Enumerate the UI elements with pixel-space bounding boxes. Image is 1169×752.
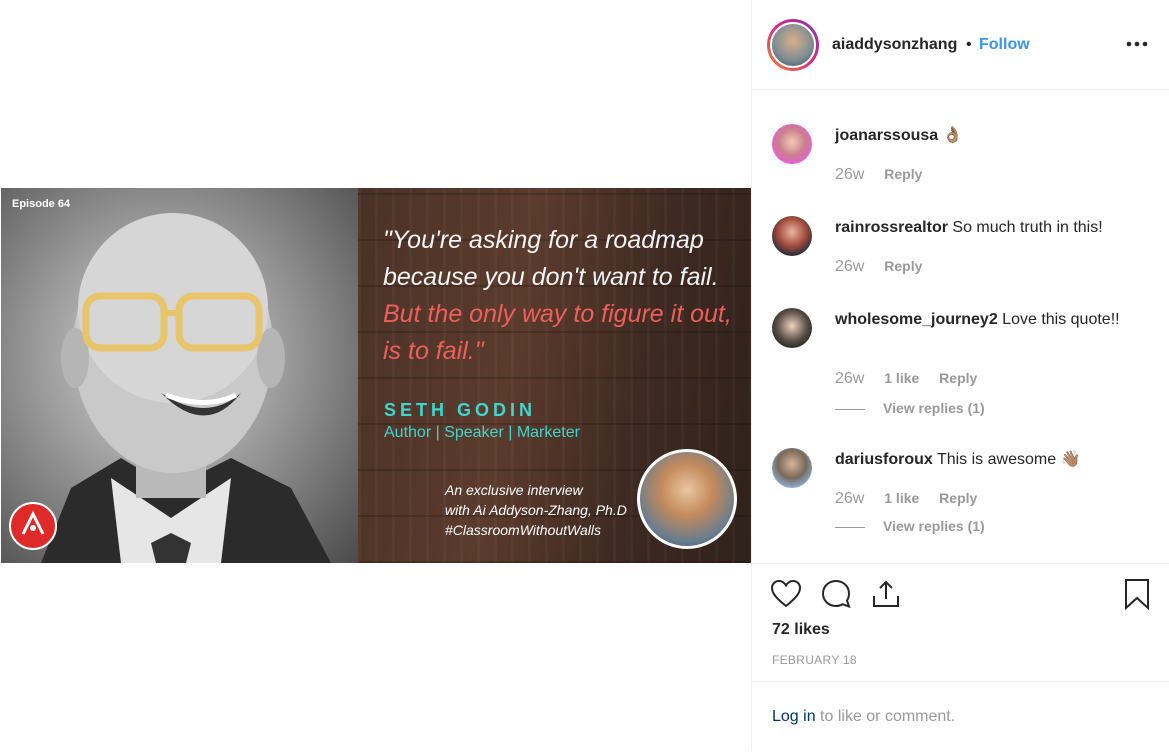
comment-meta: 26w 1 like Reply bbox=[835, 370, 993, 388]
heart-icon[interactable] bbox=[770, 578, 802, 610]
login-link[interactable]: Log in bbox=[772, 708, 816, 725]
quote-text: "You're asking for a roadmap because you… bbox=[383, 226, 719, 291]
comment-text: dariusforoux This is awesome 👋🏽 bbox=[835, 449, 1135, 471]
quote-highlight: But the only way to figure it out, is to… bbox=[383, 300, 732, 365]
comment-likes[interactable]: 1 like bbox=[884, 490, 919, 506]
commenter-avatar[interactable] bbox=[772, 124, 812, 164]
view-replies-button[interactable]: View replies (1) bbox=[835, 400, 985, 416]
author-avatar[interactable] bbox=[767, 19, 819, 71]
separator-dot: • bbox=[966, 36, 972, 53]
post-actions: 72 likes FEBRUARY 18 bbox=[752, 563, 1169, 684]
share-icon[interactable] bbox=[870, 578, 902, 610]
comment-likes[interactable]: 1 like bbox=[884, 370, 919, 386]
podcast-logo bbox=[9, 502, 57, 550]
commenter-username[interactable]: joanarssousa bbox=[835, 127, 938, 144]
post-image[interactable]: Episode 64 "You're asking for a roadmap … bbox=[1, 188, 751, 563]
view-replies-button[interactable]: View replies (1) bbox=[835, 518, 985, 534]
comment-body: 👌🏽 bbox=[942, 127, 963, 144]
interview-caption: An exclusive interview with Ai Addyson-Z… bbox=[445, 480, 627, 540]
reply-button[interactable]: Reply bbox=[939, 490, 977, 506]
interview-line: with Ai Addyson-Zhang, Ph.D bbox=[445, 502, 627, 518]
comment-body: This is awesome 👋🏽 bbox=[936, 451, 1081, 468]
comment-text: wholesome_journey2 Love this quote!! bbox=[835, 309, 1135, 331]
comment-text: joanarssousa 👌🏽 bbox=[835, 125, 1135, 147]
bookmark-icon[interactable] bbox=[1121, 578, 1153, 610]
replies-divider bbox=[835, 526, 865, 528]
media-pane: Episode 64 "You're asking for a roadmap … bbox=[0, 0, 752, 751]
host-photo bbox=[637, 449, 737, 549]
broadcast-icon bbox=[21, 510, 45, 535]
interview-line: An exclusive interview bbox=[445, 482, 583, 498]
post-date: FEBRUARY 18 bbox=[772, 653, 857, 667]
comment-body: Love this quote!! bbox=[1002, 311, 1120, 328]
login-rest: to like or comment. bbox=[815, 708, 956, 725]
comments-list[interactable]: joanarssousa 👌🏽 26w Reply rainrossrealto… bbox=[752, 90, 1169, 563]
view-replies-label: View replies (1) bbox=[883, 518, 985, 534]
view-replies-label: View replies (1) bbox=[883, 400, 985, 416]
commenter-avatar[interactable] bbox=[772, 216, 812, 256]
replies-divider bbox=[835, 408, 865, 410]
reply-button[interactable]: Reply bbox=[939, 370, 977, 386]
comment-age: 26w bbox=[835, 166, 865, 183]
commenter-username[interactable]: wholesome_journey2 bbox=[835, 311, 998, 328]
comment-meta: 26w Reply bbox=[835, 258, 938, 276]
login-text: Log in to like or comment. bbox=[772, 708, 955, 726]
reply-button[interactable]: Reply bbox=[884, 166, 922, 182]
post-sidebar: aiaddysonzhang • Follow joanarssousa 👌🏽 … bbox=[752, 0, 1169, 751]
commenter-avatar[interactable] bbox=[772, 448, 812, 488]
comment-meta: 26w Reply bbox=[835, 166, 938, 184]
author-username[interactable]: aiaddysonzhang bbox=[832, 36, 957, 54]
reply-button[interactable]: Reply bbox=[884, 258, 922, 274]
likes-count[interactable]: 72 likes bbox=[772, 621, 830, 639]
commenter-username[interactable]: rainrossrealtor bbox=[835, 219, 948, 236]
post-header: aiaddysonzhang • Follow bbox=[752, 0, 1169, 90]
guest-name: SETH GODIN bbox=[384, 400, 537, 420]
commenter-username[interactable]: dariusforoux bbox=[835, 451, 933, 468]
comment-age: 26w bbox=[835, 258, 865, 275]
login-prompt: Log in to like or comment. bbox=[752, 681, 1169, 752]
guest-roles: Author | Speaker | Marketer bbox=[384, 424, 580, 441]
comment-body: So much truth in this! bbox=[952, 219, 1103, 236]
comment-age: 26w bbox=[835, 490, 865, 507]
episode-label: Episode 64 bbox=[12, 198, 71, 210]
interview-hashtag: #ClassroomWithoutWalls bbox=[445, 522, 601, 538]
follow-button[interactable]: Follow bbox=[979, 36, 1030, 54]
comment-age: 26w bbox=[835, 370, 865, 387]
more-options-icon[interactable] bbox=[1124, 34, 1150, 54]
commenter-avatar[interactable] bbox=[772, 308, 812, 348]
comment-meta: 26w 1 like Reply bbox=[835, 490, 993, 508]
comment-text: rainrossrealtor So much truth in this! bbox=[835, 217, 1135, 239]
comment-icon[interactable] bbox=[820, 578, 852, 610]
